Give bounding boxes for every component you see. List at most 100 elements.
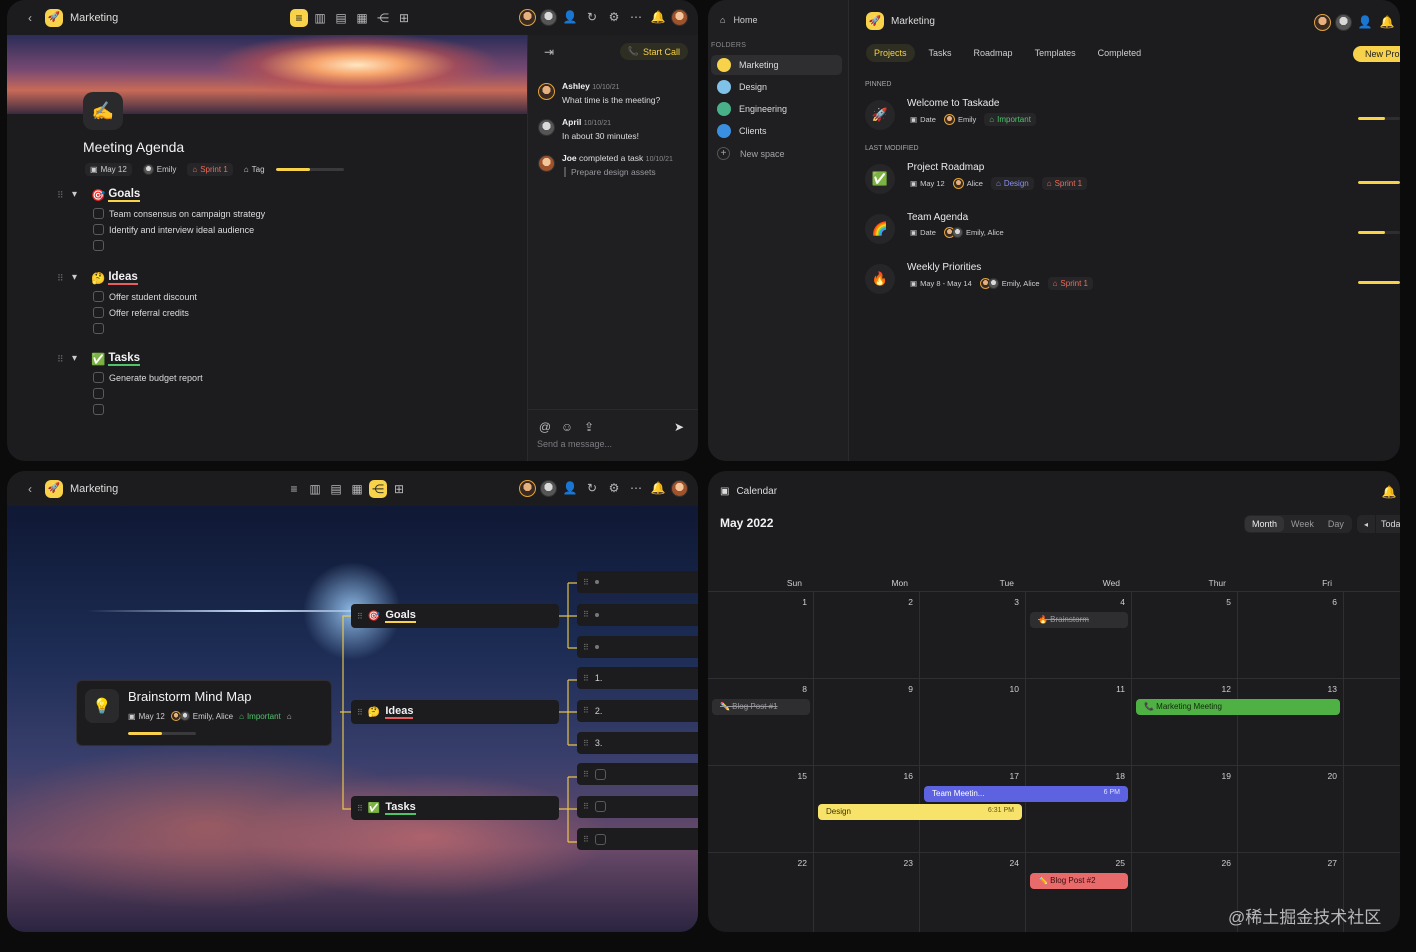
drag-handle-icon[interactable]: ⠿ xyxy=(583,578,589,587)
view-week[interactable]: Week xyxy=(1284,516,1321,532)
day-cell[interactable]: 22 xyxy=(708,852,814,932)
checklist-item[interactable]: Team consensus on campaign strategy xyxy=(93,208,265,219)
checkbox[interactable] xyxy=(93,404,104,415)
table-view-icon[interactable]: ▦ xyxy=(353,9,371,27)
settings-icon[interactable]: ⚙ xyxy=(605,8,623,26)
section-heading[interactable]: ✅ Tasks xyxy=(91,352,141,366)
assignee-chip[interactable]: Emily xyxy=(943,114,976,125)
calendar-view-icon[interactable]: ▤ xyxy=(332,9,350,27)
child-node[interactable]: ⠿ 2. xyxy=(577,699,698,722)
page-title[interactable]: Meeting Agenda xyxy=(83,139,184,155)
root-node[interactable]: 💡 Brainstorm Mind Map ▣ May 12 Emily, Ali… xyxy=(76,680,332,746)
day-cell[interactable]: 25 xyxy=(1026,852,1132,932)
assignee-chip[interactable]: Alice xyxy=(952,178,983,189)
drag-handle-icon[interactable]: ⠿ xyxy=(583,610,589,619)
today-button[interactable]: Toda xyxy=(1376,515,1400,533)
checklist-item[interactable] xyxy=(93,323,109,334)
collapse-caret-icon[interactable]: ▾ xyxy=(72,272,77,283)
drag-handle-icon[interactable]: ⠿ xyxy=(583,706,589,715)
new-space-button[interactable]: + New space xyxy=(717,147,785,160)
prev-month-button[interactable]: ◂ xyxy=(1357,515,1375,533)
tab-projects[interactable]: Projects xyxy=(866,44,915,62)
date-chip[interactable]: ▣ May 8 - May 14 xyxy=(910,279,972,288)
avatar[interactable] xyxy=(1314,13,1331,31)
day-cell[interactable]: 10 xyxy=(920,678,1026,765)
sprint-tag[interactable]: ⌂ Sprint 1 xyxy=(187,163,233,176)
folder-item[interactable]: Design xyxy=(711,77,842,97)
checkbox[interactable] xyxy=(594,833,606,845)
day-cell[interactable]: 8 xyxy=(708,678,814,765)
bell-icon[interactable]: 🔔 xyxy=(649,8,667,26)
section-heading[interactable]: 🎯 Goals xyxy=(91,188,141,202)
branch-node[interactable]: ⠿ 🤔 Ideas xyxy=(351,700,559,724)
drag-handle-icon[interactable]: ⠿ xyxy=(57,354,64,365)
new-project-button[interactable]: New Pro xyxy=(1353,46,1400,62)
checklist-item[interactable] xyxy=(93,240,109,251)
folder-item[interactable]: Clients xyxy=(711,121,842,141)
more-icon[interactable]: ⋯ xyxy=(627,8,645,26)
day-cell[interactable]: 9 xyxy=(814,678,920,765)
day-cell[interactable]: 18 xyxy=(1026,765,1132,852)
date-chip[interactable]: ▣ Date xyxy=(910,228,936,237)
checkbox[interactable] xyxy=(594,768,606,780)
project-row[interactable]: 🔥 Weekly Priorities ▣ May 8 - May 14 Emily, … xyxy=(865,262,1400,302)
avatar[interactable] xyxy=(519,8,536,26)
assignee-chip[interactable]: Emily, Alice xyxy=(943,227,1004,238)
checkbox[interactable] xyxy=(93,307,104,318)
checkbox[interactable] xyxy=(93,224,104,235)
checkbox[interactable] xyxy=(93,291,104,302)
checklist-item[interactable]: Generate budget report xyxy=(93,372,203,383)
drag-handle-icon[interactable]: ⠿ xyxy=(57,190,64,201)
child-node[interactable]: ⠿ xyxy=(577,636,698,658)
project-tag[interactable]: ⌂ Sprint 1 xyxy=(1047,277,1093,290)
drag-handle-icon[interactable]: ⠿ xyxy=(583,770,589,779)
tag-icon[interactable]: ⌂ xyxy=(287,712,292,721)
calendar-event[interactable]: 📞 Marketing Meeting xyxy=(1136,699,1340,715)
calendar-event[interactable]: Design 6:31 PM xyxy=(818,804,1022,820)
avatar[interactable] xyxy=(1335,13,1352,31)
checkbox[interactable] xyxy=(93,208,104,219)
child-node[interactable]: ⠿ 1. xyxy=(577,667,698,689)
branch-node[interactable]: ⠿ 🎯 Goals xyxy=(351,604,559,628)
important-tag[interactable]: ⌂ Important xyxy=(239,712,281,721)
calendar-event[interactable]: 🔥 Brainstorm xyxy=(1030,612,1128,628)
section-heading[interactable]: 🤔 Ideas xyxy=(91,271,138,285)
tab-templates[interactable]: Templates xyxy=(1027,44,1084,62)
day-cell[interactable]: 6 xyxy=(1238,591,1344,678)
date-chip[interactable]: ▣ May 12 xyxy=(128,712,165,721)
project-tag[interactable]: ⌂ Important xyxy=(984,113,1036,126)
assignee-chip[interactable]: Emily, Alice xyxy=(170,711,233,721)
checkbox[interactable] xyxy=(594,801,606,812)
send-icon[interactable]: ➤ xyxy=(670,418,688,436)
view-day[interactable]: Day xyxy=(1321,516,1351,532)
calendar-event[interactable]: ✏️ Blog Post #1 xyxy=(712,699,810,715)
project-row[interactable]: 🌈 Team Agenda ▣ Date Emily, Alice xyxy=(865,212,1400,252)
emoji-icon[interactable]: ☺ xyxy=(558,418,576,436)
branch-node[interactable]: ⠿ ✅ Tasks xyxy=(351,796,559,820)
day-cell[interactable]: 1 xyxy=(708,591,814,678)
bell-icon[interactable]: 🔔 xyxy=(1380,483,1398,501)
checklist-item[interactable] xyxy=(93,404,109,415)
share-icon[interactable]: ↻ xyxy=(583,8,601,26)
drag-handle-icon[interactable]: ⠿ xyxy=(583,643,589,652)
add-user-icon[interactable]: 👤 xyxy=(561,8,579,26)
add-user-icon[interactable]: 👤 xyxy=(1356,13,1374,31)
day-cell[interactable]: 19 xyxy=(1132,765,1238,852)
avatar[interactable] xyxy=(538,83,555,100)
checkbox[interactable] xyxy=(93,240,104,251)
folder-item[interactable]: Engineering xyxy=(711,99,842,119)
back-icon[interactable]: ‹ xyxy=(21,9,39,27)
assignee-chip[interactable]: Emily xyxy=(138,162,182,177)
project-row[interactable]: 🚀 Welcome to Taskade ▣ Date Emily ⌂ Important xyxy=(865,98,1400,138)
calendar-event[interactable]: ✏️ Blog Post #2 xyxy=(1030,873,1128,889)
day-cell[interactable]: 26 xyxy=(1132,852,1238,932)
checklist-item[interactable] xyxy=(93,388,109,399)
list-view-icon[interactable]: ≡ xyxy=(290,9,308,27)
start-call-button[interactable]: 📞 Start Call xyxy=(619,43,688,60)
drag-handle-icon[interactable]: ⠿ xyxy=(357,612,363,621)
drag-handle-icon[interactable]: ⠿ xyxy=(583,835,589,844)
checklist-item[interactable]: Offer referral credits xyxy=(93,307,189,318)
checklist-item[interactable]: Offer student discount xyxy=(93,291,197,302)
avatar[interactable] xyxy=(671,8,688,26)
drag-handle-icon[interactable]: ⠿ xyxy=(357,804,363,813)
